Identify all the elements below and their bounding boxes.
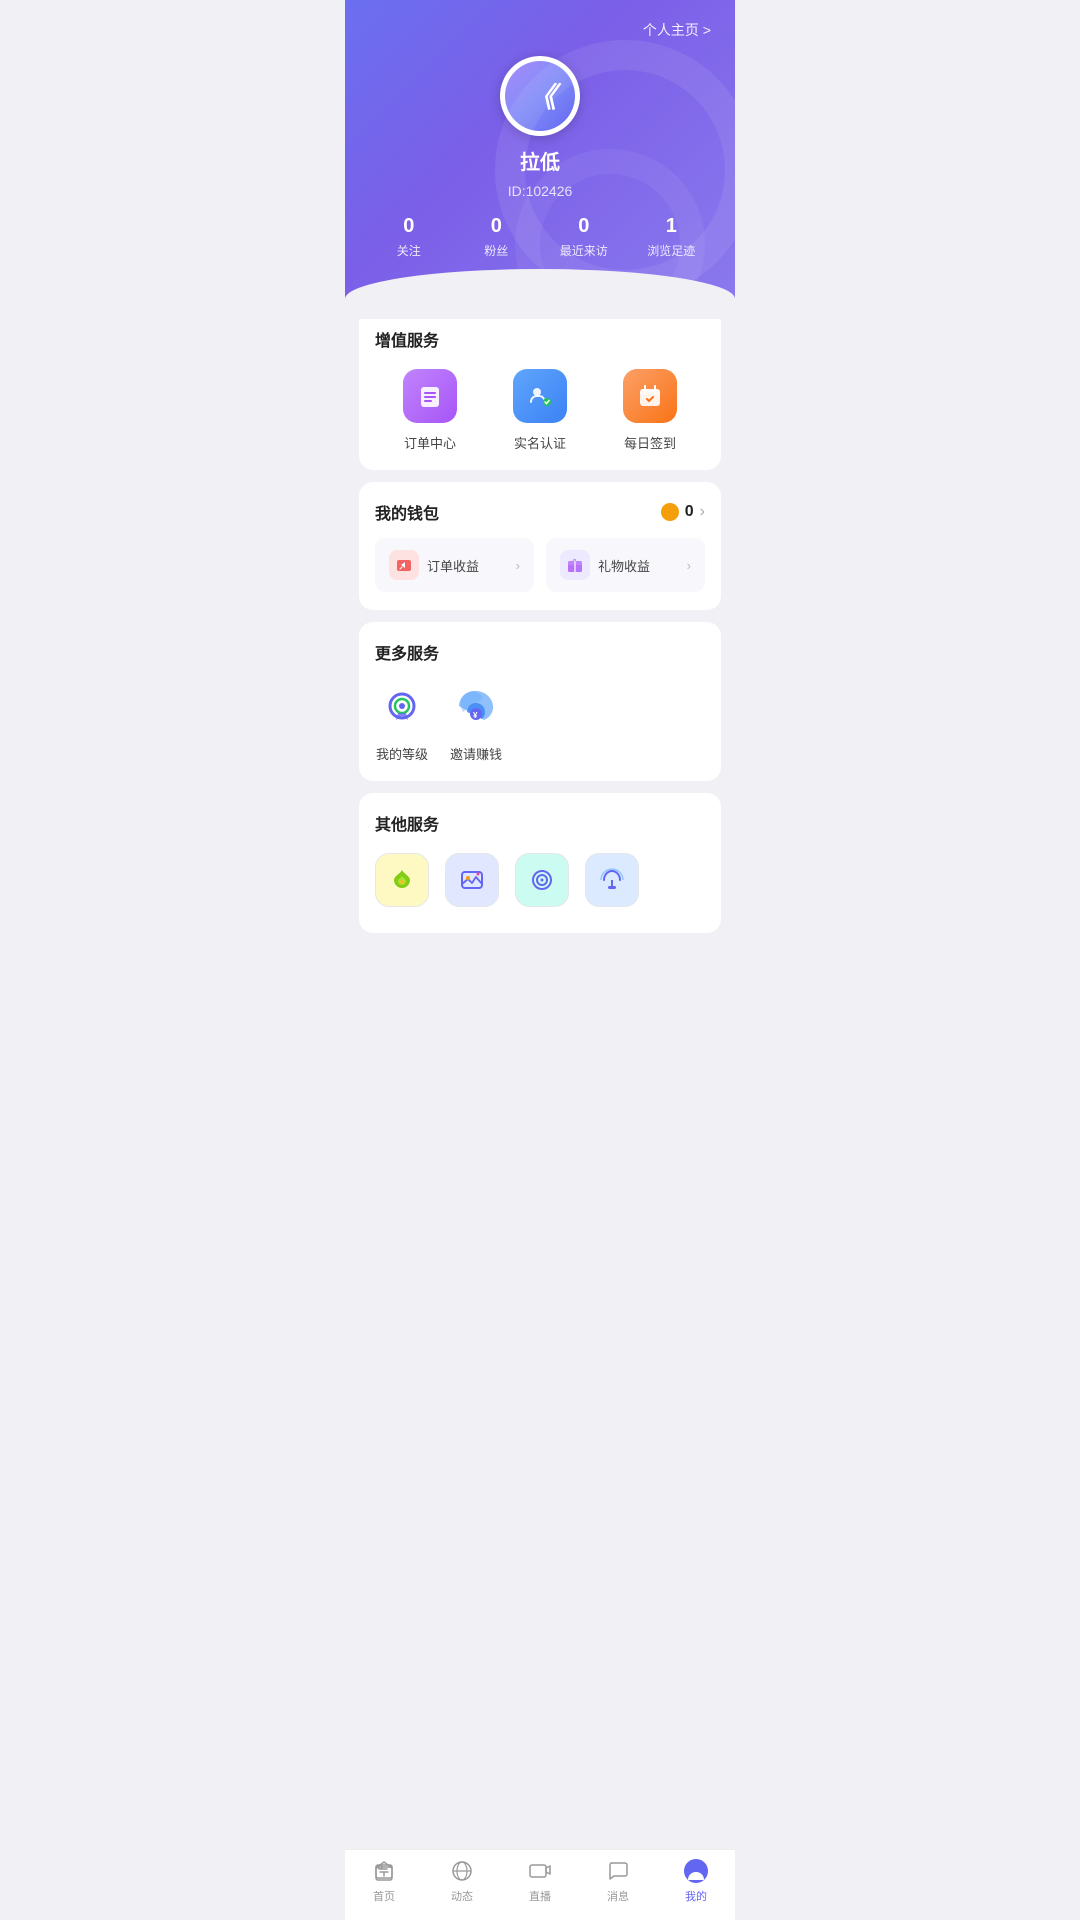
app-logo: 《 [528,76,552,116]
stat-fans-label: 粉丝 [484,242,508,259]
other-service-3-icon [515,853,569,907]
more-services-card: 更多服务 我的等级 [359,622,721,781]
stat-browse-history-label: 浏览足迹 [647,242,695,259]
stat-follow[interactable]: 0 关注 [365,215,453,259]
header-curve-decoration [345,269,735,319]
other-service-2-icon [445,853,499,907]
nav-dynamic-label: 动态 [451,1888,473,1904]
wallet-balance[interactable]: 0 › [661,503,705,521]
service-order-center[interactable]: 订单中心 [403,369,457,452]
other-services-grid [375,853,705,915]
nav-message[interactable]: 消息 [579,1858,657,1904]
value-services-title: 增值服务 [375,327,705,351]
value-services-card: 增值服务 订单中心 [359,309,721,470]
order-income-label: 订单收益 [427,556,479,575]
profile-header: 个人主页 > 《 拉低 ID:102426 0 关注 0 粉丝 0 最近来访 1… [345,0,735,319]
wallet-card: 我的钱包 0 › 订单收益 › [359,482,721,610]
nav-live[interactable]: 直播 [501,1858,579,1904]
my-level-label: 我的等级 [376,744,428,763]
personal-home-link[interactable]: 个人主页 > [365,20,715,40]
coin-icon [661,503,679,521]
stat-browse-history[interactable]: 1 浏览足迹 [628,215,716,259]
nav-dynamic[interactable]: 动态 [423,1858,501,1904]
stat-browse-history-num: 1 [666,215,677,238]
stat-fans[interactable]: 0 粉丝 [453,215,541,259]
other-service-1-icon [375,853,429,907]
mine-icon [683,1858,709,1884]
wallet-order-income[interactable]: 订单收益 › [375,538,534,592]
bottom-nav: 首页 动态 直播 消息 [345,1849,735,1920]
nav-live-label: 直播 [529,1888,551,1904]
nav-mine[interactable]: 我的 [657,1858,735,1904]
service-daily-signin-label: 每日签到 [624,433,676,452]
invite-earn-label: 邀请赚钱 [450,744,502,763]
gift-income-label: 礼物收益 [598,556,650,575]
real-name-icon [513,369,567,423]
service-real-name[interactable]: 实名认证 [513,369,567,452]
dynamic-icon [449,1858,475,1884]
stat-recent-visit-num: 0 [578,215,589,238]
wallet-header: 我的钱包 0 › [375,500,705,524]
stat-recent-visit-label: 最近来访 [560,242,608,259]
nav-message-label: 消息 [607,1888,629,1904]
service-order-center-label: 订单中心 [404,433,456,452]
my-level-icon [375,682,429,736]
service-my-level[interactable]: 我的等级 [375,682,429,763]
stat-fans-num: 0 [491,215,502,238]
other-services-card: 其他服务 [359,793,721,933]
other-service-2[interactable] [445,853,499,915]
svg-text:¥: ¥ [473,711,478,720]
nav-home[interactable]: 首页 [345,1858,423,1904]
other-service-4-icon [585,853,639,907]
other-service-3[interactable] [515,853,569,915]
gift-income-icon [560,550,590,580]
wallet-items: 订单收益 › 礼物收益 › [375,538,705,592]
wallet-chevron-icon: › [700,503,705,521]
username: 拉低 [520,146,560,175]
daily-signin-icon [623,369,677,423]
avatar[interactable]: 《 [500,56,580,136]
gift-income-chevron-icon: › [687,558,691,573]
order-income-chevron-icon: › [516,558,520,573]
more-services-title: 更多服务 [375,640,705,664]
more-services-grid: 我的等级 ¥ 邀请赚钱 [375,682,705,763]
wallet-title: 我的钱包 [375,500,439,524]
personal-home-text: 个人主页 > [643,20,711,40]
stat-follow-label: 关注 [397,242,421,259]
order-income-icon [389,550,419,580]
message-icon [605,1858,631,1884]
stat-follow-num: 0 [403,215,414,238]
invite-earn-icon: ¥ [449,682,503,736]
service-daily-signin[interactable]: 每日签到 [623,369,677,452]
stat-recent-visit[interactable]: 0 最近来访 [540,215,628,259]
service-invite-earn[interactable]: ¥ 邀请赚钱 [449,682,503,763]
other-service-4[interactable] [585,853,639,915]
stats-row: 0 关注 0 粉丝 0 最近来访 1 浏览足迹 [365,215,715,259]
other-services-title: 其他服务 [375,811,705,835]
balance-amount: 0 [685,503,694,521]
nav-home-label: 首页 [373,1888,395,1904]
live-icon [527,1858,553,1884]
user-id: ID:102426 [508,183,573,199]
service-real-name-label: 实名认证 [514,433,566,452]
wallet-gift-income[interactable]: 礼物收益 › [546,538,705,592]
avatar-section: 《 拉低 ID:102426 [365,56,715,199]
order-center-icon [403,369,457,423]
main-content: 增值服务 订单中心 [345,309,735,1025]
other-service-1[interactable] [375,853,429,915]
nav-mine-label: 我的 [685,1888,707,1904]
home-icon [371,1858,397,1884]
value-services-grid: 订单中心 实名认证 [375,369,705,452]
